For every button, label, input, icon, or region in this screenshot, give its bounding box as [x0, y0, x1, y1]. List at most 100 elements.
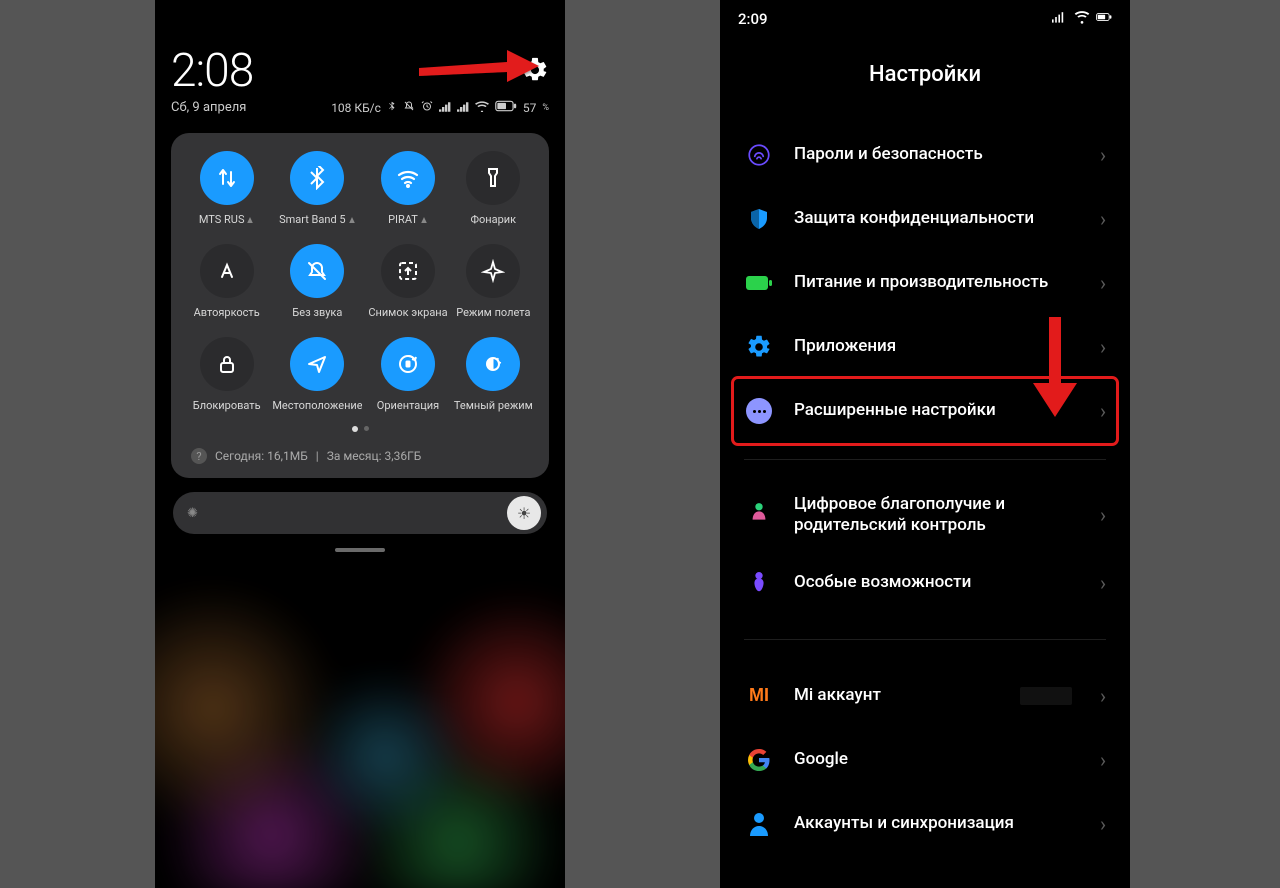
bluetooth-icon — [290, 151, 344, 205]
settings-row-person-sync[interactable]: Аккаунты и синхронизация › — [734, 792, 1116, 856]
tile-label: Режим полета — [456, 306, 530, 319]
chevron-right-icon: › — [1100, 812, 1106, 836]
settings-row-fingerprint[interactable]: Пароли и безопасность › — [734, 123, 1116, 187]
chevron-right-icon: › — [1100, 143, 1106, 167]
dots-icon — [744, 396, 774, 426]
info-icon: ? — [191, 448, 207, 464]
chevron-icon — [248, 217, 254, 223]
settings-row-google[interactable]: Google › — [734, 728, 1116, 792]
status-wifi-icon — [1074, 10, 1090, 28]
tile-label: Без звука — [292, 306, 342, 319]
tile-label: Ориентация — [377, 399, 439, 412]
quick-tiles-panel: MTS RUS Smart Band 5 PIRAT Фонарик Автояркос… — [171, 133, 549, 478]
brightness-low-icon: ✺ — [187, 506, 198, 521]
data-rate: 108 КБ/с — [331, 101, 381, 115]
screenshot-icon — [381, 244, 435, 298]
tile-label: PIRAT — [388, 213, 428, 226]
chevron-right-icon: › — [1100, 271, 1106, 295]
row-label: Защита конфиденциальности — [794, 208, 1080, 229]
annotation-arrow-left — [415, 42, 545, 92]
rotation-icon — [381, 337, 435, 391]
quick-tile-data-arrows[interactable]: MTS RUS — [187, 151, 266, 226]
dnd-icon — [403, 100, 415, 115]
masked-value — [1020, 687, 1072, 705]
quick-tile-rotation[interactable]: Ориентация — [368, 337, 447, 412]
airplane-icon — [466, 244, 520, 298]
brightness-slider[interactable]: ✺ ☀ — [173, 492, 547, 534]
data-arrows-icon — [200, 151, 254, 205]
data-usage-row[interactable]: ? Сегодня: 16,1МБ | За месяц: 3,36ГБ — [179, 442, 541, 466]
chevron-right-icon: › — [1100, 335, 1106, 359]
chevron-icon — [421, 217, 427, 223]
google-icon — [744, 745, 774, 775]
alarm-icon — [421, 100, 433, 115]
quick-tile-bluetooth[interactable]: Smart Band 5 — [272, 151, 362, 226]
row-label: Цифровое благополучие и родительский кон… — [794, 494, 1080, 537]
annotation-arrow-right — [1025, 313, 1085, 423]
quick-tile-airplane[interactable]: Режим полета — [454, 244, 533, 319]
tile-label: Smart Band 5 — [279, 213, 356, 226]
autoA-icon — [200, 244, 254, 298]
signal-1-icon — [439, 101, 451, 115]
settings-row-battery[interactable]: Питание и производительность › — [734, 251, 1116, 315]
settings-row-wellbeing[interactable]: Цифровое благополучие и родительский кон… — [734, 480, 1116, 551]
wifi-icon — [381, 151, 435, 205]
chevron-icon — [349, 217, 355, 223]
row-label: Mi аккаунт — [794, 685, 1000, 706]
tile-label: Снимок экрана — [368, 306, 447, 319]
row-label: Пароли и безопасность — [794, 144, 1080, 165]
row-label: Питание и производительность — [794, 272, 1080, 293]
battery-icon — [495, 100, 517, 115]
battery-icon — [744, 268, 774, 298]
quick-tile-location[interactable]: Местоположение — [272, 337, 362, 412]
status-bar: 2:09 — [720, 0, 1130, 34]
accessibility-icon — [744, 568, 774, 598]
quick-tile-wifi[interactable]: PIRAT — [368, 151, 447, 226]
status-battery-icon — [1096, 10, 1112, 28]
chevron-right-icon: › — [1100, 399, 1106, 423]
shade-handle[interactable] — [335, 548, 385, 552]
tile-label: MTS RUS — [199, 213, 255, 226]
settings-row-mi[interactable]: MIMi аккаунт› — [734, 664, 1116, 728]
tile-label: Местоположение — [272, 399, 362, 412]
status-signal-icon — [1052, 10, 1068, 28]
tile-grid: MTS RUS Smart Band 5 PIRAT Фонарик Автояркос… — [179, 151, 541, 412]
mute-bell-icon — [290, 244, 344, 298]
settings-row-shield[interactable]: Защита конфиденциальности› — [734, 187, 1116, 251]
row-label: Особые возможности — [794, 572, 1080, 593]
bluetooth-icon — [387, 100, 397, 115]
tile-label: Блокировать — [193, 399, 261, 412]
battery-pct-sfx: % — [542, 103, 549, 113]
wellbeing-icon — [744, 500, 774, 530]
flashlight-icon — [466, 151, 520, 205]
date-text: Сб, 9 апреля — [171, 100, 246, 115]
phone-right: 2:09 Настройки Пароли и безопасность›Защ… — [720, 0, 1130, 888]
shield-icon — [744, 204, 774, 234]
chevron-right-icon: › — [1100, 748, 1106, 772]
tile-label: Автояркость — [194, 306, 260, 319]
usage-div: | — [316, 449, 319, 463]
person-sync-icon — [744, 809, 774, 839]
quick-tile-darkmode[interactable]: Темный режим — [454, 337, 533, 412]
darkmode-icon — [466, 337, 520, 391]
quick-tile-screenshot[interactable]: Снимок экрана — [368, 244, 447, 319]
chevron-right-icon: › — [1100, 503, 1106, 527]
tile-label: Фонарик — [471, 213, 517, 226]
settings-row-accessibility[interactable]: Особые возможности › — [734, 551, 1116, 615]
divider — [744, 459, 1106, 460]
status-time: 2:09 — [738, 10, 768, 28]
quick-tile-autoA[interactable]: Автояркость — [187, 244, 266, 319]
chevron-right-icon: › — [1100, 571, 1106, 595]
row-label: Google — [794, 749, 1080, 770]
phone-left: 2:08 Сб, 9 апреля 108 КБ/с — [155, 0, 565, 888]
quick-tile-mute-bell[interactable]: Без звука — [272, 244, 362, 319]
mi-icon: MI — [744, 681, 774, 711]
quick-tile-lock[interactable]: Блокировать — [187, 337, 266, 412]
quick-tile-flashlight[interactable]: Фонарик — [454, 151, 533, 226]
brightness-thumb[interactable]: ☀ — [507, 496, 541, 530]
apps-gear-icon — [744, 332, 774, 362]
fingerprint-icon — [744, 140, 774, 170]
page-dots[interactable] — [179, 426, 541, 432]
row-label: Аккаунты и синхронизация — [794, 813, 1080, 834]
lock-icon — [200, 337, 254, 391]
